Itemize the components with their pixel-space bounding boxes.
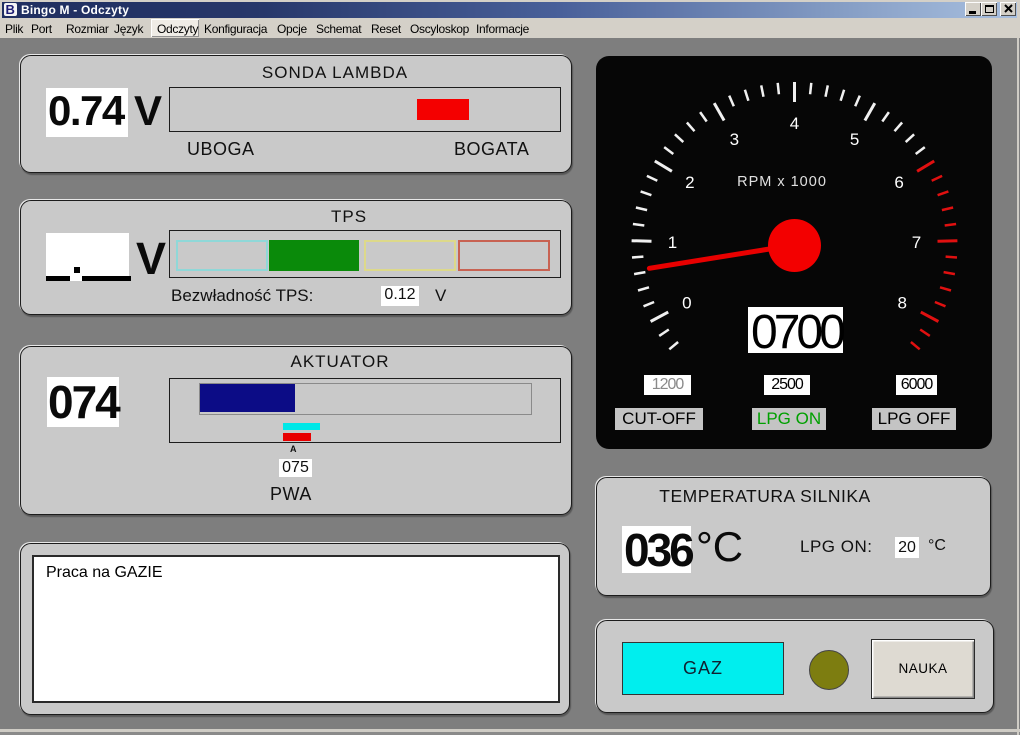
svg-text:RPM x 1000: RPM x 1000	[737, 174, 827, 190]
svg-text:7: 7	[912, 233, 921, 252]
svg-text:2: 2	[685, 173, 694, 192]
svg-text:3: 3	[730, 130, 739, 149]
svg-text:0: 0	[682, 293, 691, 312]
svg-text:8: 8	[897, 293, 906, 312]
svg-text:1: 1	[668, 233, 677, 252]
svg-text:6: 6	[894, 173, 903, 192]
svg-text:5: 5	[850, 130, 859, 149]
svg-text:4: 4	[790, 114, 799, 133]
